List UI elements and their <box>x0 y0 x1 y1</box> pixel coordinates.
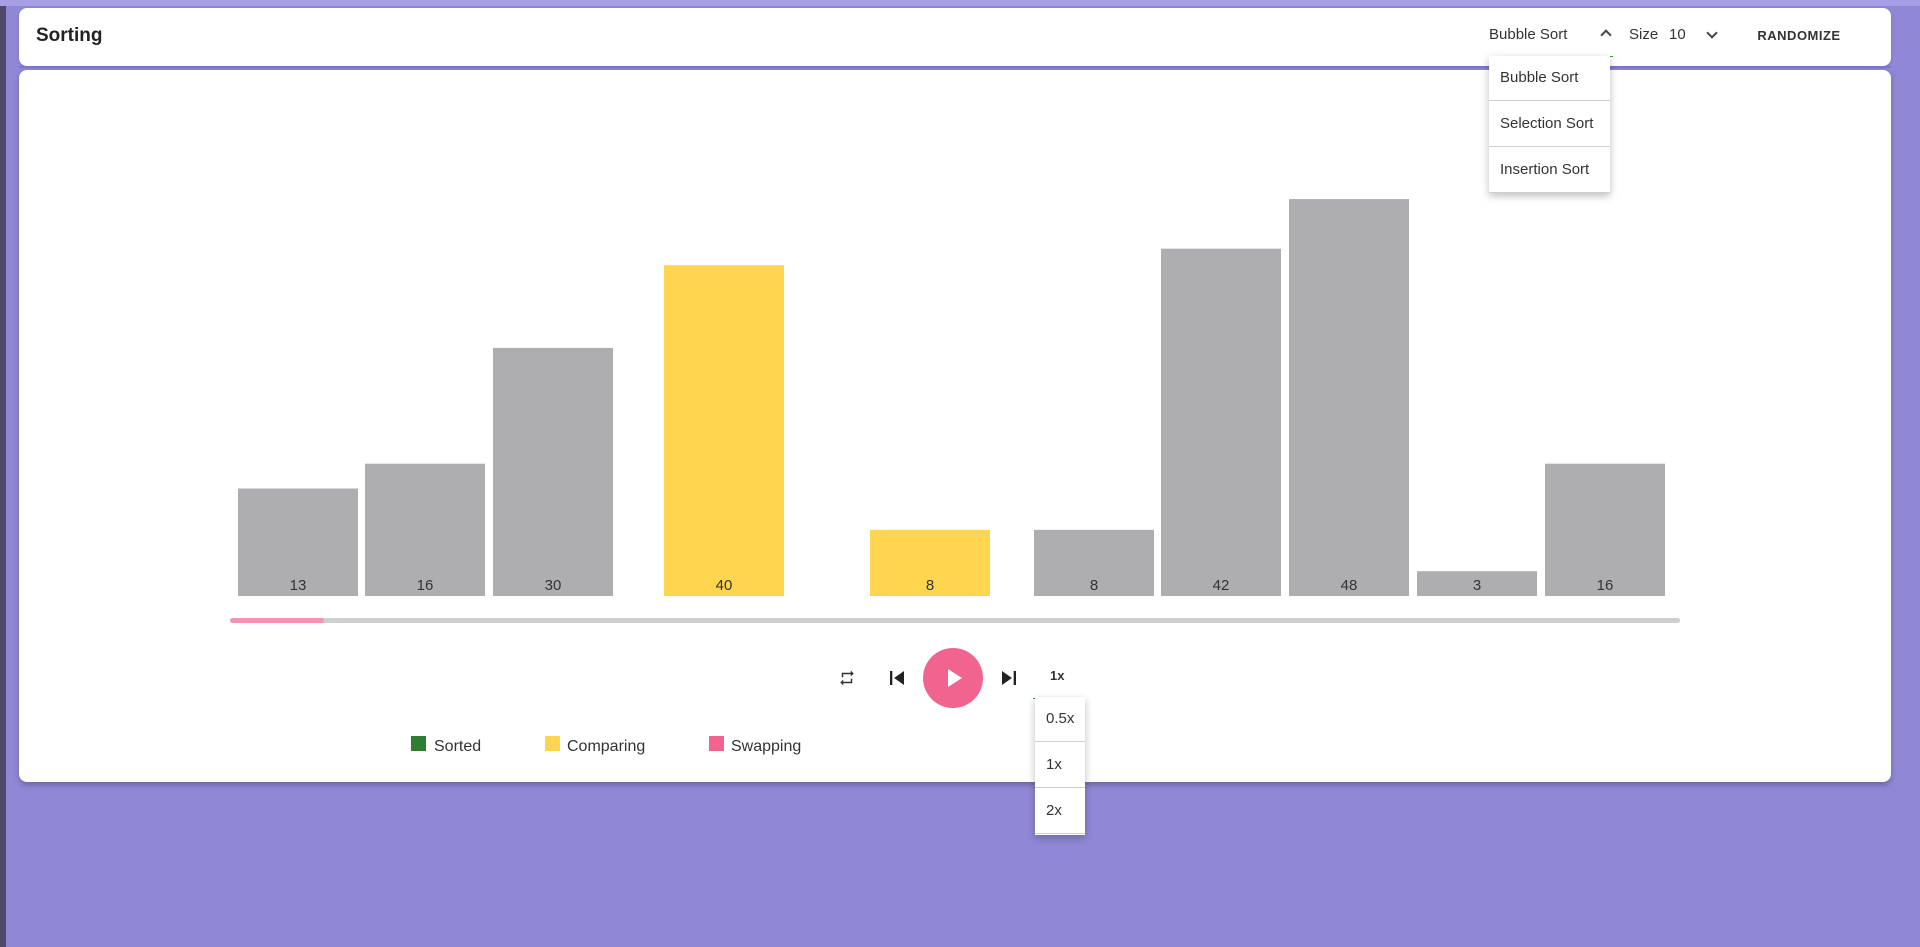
algorithm-select[interactable]: Bubble Sort <box>1489 8 1613 57</box>
chevron-up-icon <box>1600 29 1612 41</box>
algorithm-menu: Bubble Sort Selection Sort Insertion Sor… <box>1489 56 1610 193</box>
algorithm-option-selection[interactable]: Selection Sort <box>1489 102 1610 147</box>
bar-value-label: 30 <box>545 577 562 594</box>
step-forward-button[interactable] <box>995 664 1023 692</box>
bar-value-label: 16 <box>417 577 434 594</box>
bar-7 <box>1161 248 1281 596</box>
legend-swatch-comparing <box>545 736 560 751</box>
bar-value-label: 16 <box>1597 577 1614 594</box>
bar-value-label: 3 <box>1473 577 1481 594</box>
progress-fill <box>230 618 325 623</box>
repeat-button[interactable] <box>835 666 859 690</box>
play-button[interactable] <box>923 648 983 708</box>
window-edge <box>0 0 6 947</box>
legend-swatch-swapping <box>709 736 724 751</box>
size-select-value: 10 <box>1669 26 1686 43</box>
algorithm-select-value: Bubble Sort <box>1489 26 1568 43</box>
app-header: Sorting Bubble Sort Size 10 RANDOMIZE <box>19 8 1891 66</box>
algorithm-option-bubble[interactable]: Bubble Sort <box>1489 56 1610 101</box>
skip-next-icon <box>1002 671 1016 685</box>
speed-option-2x[interactable]: 2x <box>1035 789 1085 834</box>
speed-option-label: 1x <box>1046 756 1062 773</box>
legend-label-sorted: Sorted <box>434 738 482 755</box>
algorithm-option-label: Selection Sort <box>1500 115 1594 132</box>
algorithm-option-label: Insertion Sort <box>1500 161 1590 178</box>
chevron-down-icon <box>1706 27 1718 39</box>
size-label: Size <box>1629 26 1659 43</box>
speed-option-0-5x[interactable]: 0.5x <box>1035 697 1085 742</box>
bar-value-label: 8 <box>926 577 934 594</box>
speed-select[interactable]: 1x <box>1033 654 1083 699</box>
page-title: Sorting <box>36 25 103 46</box>
legend-label-comparing: Comparing <box>567 738 646 755</box>
progress-slider[interactable] <box>230 618 1680 623</box>
step-back-button[interactable] <box>883 664 911 692</box>
speed-menu: 0.5x 1x 2x <box>1035 697 1085 835</box>
size-select[interactable]: 10 <box>1669 20 1718 48</box>
play-icon <box>948 669 962 687</box>
speed-option-1x[interactable]: 1x <box>1035 743 1085 788</box>
bar-value-label: 13 <box>290 577 307 594</box>
skip-previous-icon <box>890 671 904 685</box>
bar-8 <box>1289 199 1409 597</box>
legend-label-swapping: Swapping <box>731 738 802 755</box>
algorithm-option-label: Bubble Sort <box>1500 69 1579 86</box>
speed-option-label: 0.5x <box>1046 710 1075 727</box>
header-divider <box>19 66 1891 68</box>
legend-swatch-sorted <box>411 736 426 751</box>
window-top-edge <box>0 0 1920 6</box>
speed-select-value: 1x <box>1050 668 1065 683</box>
bar-value-label: 40 <box>716 577 733 594</box>
algorithm-option-insertion[interactable]: Insertion Sort <box>1489 148 1610 193</box>
bar-4 <box>664 265 784 596</box>
bar-3 <box>493 347 613 596</box>
bar-value-label: 42 <box>1213 577 1230 594</box>
speed-option-label: 2x <box>1046 802 1062 819</box>
bar-value-label: 8 <box>1090 577 1098 594</box>
bar-value-label: 48 <box>1341 577 1358 594</box>
randomize-button[interactable]: RANDOMIZE <box>1739 18 1859 52</box>
repeat-icon <box>840 670 854 686</box>
visualizer-card: 13 16 30 40 8 8 42 48 3 16 1x Sorted Comparing Sw… <box>19 70 1891 782</box>
